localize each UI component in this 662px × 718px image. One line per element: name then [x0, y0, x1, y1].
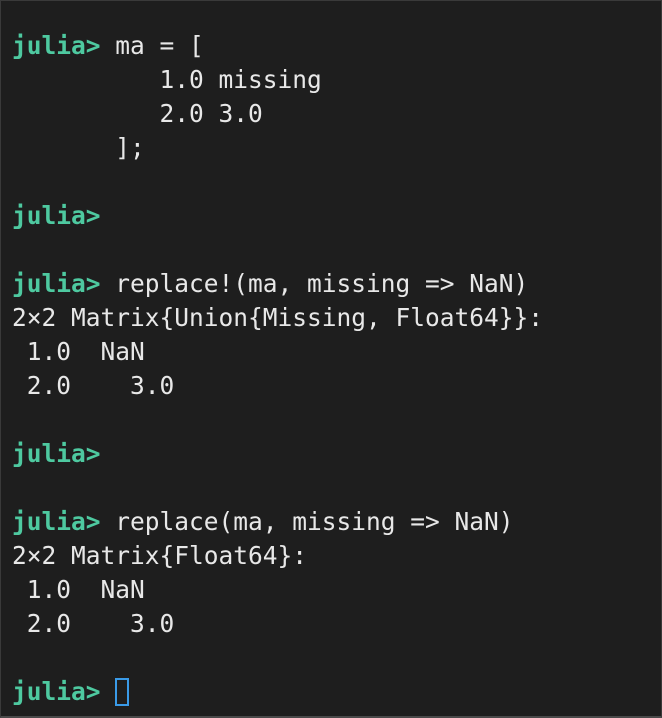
output-text: 2×2 Matrix{Union{Missing, Float64}}: — [12, 303, 544, 332]
output-text: 2×2 Matrix{Float64}: — [12, 541, 308, 570]
julia-prompt: julia> — [12, 31, 101, 60]
output-line: 2×2 Matrix{Float64}: — [12, 539, 661, 573]
julia-prompt: julia> — [12, 269, 101, 298]
output-line: 2.0 3.0 — [12, 607, 661, 641]
prompt-line: julia> ma = [ — [12, 29, 661, 63]
command-text: ma = [ — [100, 31, 204, 60]
output-text: 1.0 NaN — [12, 575, 145, 604]
prompt-line: julia> replace(ma, missing => NaN) — [12, 505, 661, 539]
julia-prompt: julia> — [12, 439, 101, 468]
prompt-line: julia> — [12, 199, 661, 233]
output-text: 2.0 3.0 — [12, 99, 263, 128]
prompt-line: julia> — [12, 675, 661, 709]
output-line: 2.0 3.0 — [12, 97, 661, 131]
output-line: 2.0 3.0 — [12, 369, 661, 403]
prompt-line: julia> replace!(ma, missing => NaN) — [12, 267, 661, 301]
output-text: ]; — [12, 133, 145, 162]
output-text: 2.0 3.0 — [12, 609, 175, 638]
output-line: 1.0 missing — [12, 63, 661, 97]
terminal-window[interactable]: julia> ma = [ 1.0 missing 2.0 3.0 ]; juli… — [0, 0, 662, 718]
output-text: 2.0 3.0 — [12, 371, 175, 400]
command-text: replace!(ma, missing => NaN) — [100, 269, 529, 298]
text-cursor[interactable] — [115, 678, 130, 706]
output-text: 1.0 missing — [12, 65, 322, 94]
julia-prompt: julia> — [12, 201, 101, 230]
julia-prompt: julia> — [12, 677, 101, 706]
julia-prompt: julia> — [12, 507, 101, 536]
output-line: 1.0 NaN — [12, 335, 661, 369]
command-text: replace(ma, missing => NaN) — [100, 507, 514, 536]
terminal-output: julia> ma = [ 1.0 missing 2.0 3.0 ]; juli… — [12, 29, 661, 709]
output-text: 1.0 NaN — [12, 337, 145, 366]
command-text — [101, 677, 116, 706]
output-line: 1.0 NaN — [12, 573, 661, 607]
prompt-line: julia> — [12, 437, 661, 471]
output-line: 2×2 Matrix{Union{Missing, Float64}}: — [12, 301, 661, 335]
output-line: ]; — [12, 131, 661, 165]
